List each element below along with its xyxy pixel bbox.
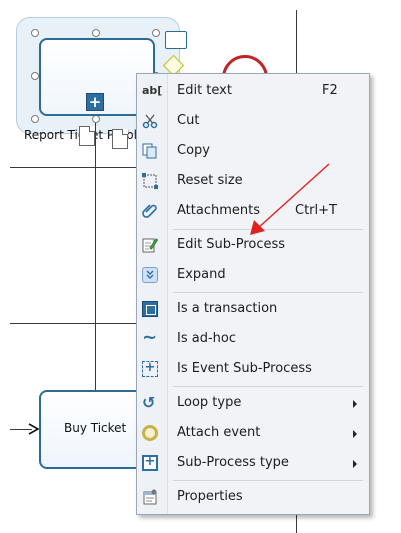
data-object-icon[interactable] xyxy=(112,129,128,149)
menu-item-is-event-sub-process[interactable]: Is Event Sub-Process xyxy=(137,355,369,383)
sequence-flow-line xyxy=(95,123,96,390)
tilde-icon: ∼ xyxy=(142,327,158,348)
buy-ticket-label: Buy Ticket xyxy=(64,421,127,435)
menu-separator xyxy=(173,480,363,481)
copy-icon xyxy=(142,143,157,159)
paperclip-icon xyxy=(142,204,157,218)
submenu-arrow-icon xyxy=(353,400,357,408)
reset-size-icon xyxy=(142,173,158,189)
menu-item-sub-process-type[interactable]: Sub-Process type xyxy=(137,449,369,477)
collapsed-subprocess-plus-icon[interactable]: + xyxy=(86,93,104,111)
menu-item-label: Expand xyxy=(177,267,226,282)
menu-item-label: Is a transaction xyxy=(177,301,278,316)
lane-divider-middle xyxy=(10,323,136,324)
expand-icon xyxy=(142,267,158,283)
submenu-arrow-icon xyxy=(353,430,357,438)
menu-item-shortcut: F2 xyxy=(322,83,338,98)
pool-boundary-line-lower xyxy=(296,513,297,533)
menu-item-label: Copy xyxy=(177,143,210,158)
menu-item-label: Cut xyxy=(177,113,200,128)
menu-item-loop-type[interactable]: ↺ Loop type xyxy=(137,389,369,417)
resize-handle[interactable] xyxy=(92,115,100,123)
menu-separator xyxy=(173,292,363,293)
menu-item-label: Attach event xyxy=(177,425,261,440)
menu-item-is-ad-hoc[interactable]: ∼ Is ad-hoc xyxy=(137,325,369,353)
annotation-arrow xyxy=(250,163,330,235)
resize-handle[interactable] xyxy=(92,29,100,37)
event-subprocess-icon xyxy=(142,360,158,377)
menu-item-label: Reset size xyxy=(177,173,243,188)
scissors-icon xyxy=(142,114,158,129)
edit-text-icon: ab[ xyxy=(142,84,163,97)
menu-item-label: Loop type xyxy=(177,395,242,410)
event-circle-icon xyxy=(142,425,158,441)
task-shape-small[interactable] xyxy=(165,31,187,49)
context-menu: ab[ Edit text F2 Cut Copy Reset size Att… xyxy=(136,73,370,515)
properties-icon xyxy=(143,489,157,505)
transaction-icon xyxy=(142,301,158,317)
menu-item-is-transaction[interactable]: Is a transaction xyxy=(137,295,369,323)
resize-handle[interactable] xyxy=(31,115,39,123)
resize-handle[interactable] xyxy=(152,29,160,37)
menu-item-edit-text[interactable]: ab[ Edit text F2 xyxy=(137,77,369,105)
edit-notepad-icon xyxy=(142,238,158,253)
menu-item-label: Is ad-hoc xyxy=(177,331,236,346)
submenu-arrow-icon xyxy=(353,460,357,468)
menu-item-properties[interactable]: Properties xyxy=(137,483,369,511)
menu-item-cut[interactable]: Cut xyxy=(137,107,369,135)
menu-separator xyxy=(173,386,363,387)
loop-icon: ↺ xyxy=(142,393,156,412)
menu-item-label: Edit text xyxy=(177,83,232,98)
resize-handle[interactable] xyxy=(31,72,39,80)
resize-handle[interactable] xyxy=(31,29,39,37)
menu-item-attach-event[interactable]: Attach event xyxy=(137,419,369,447)
menu-item-label: Properties xyxy=(177,489,243,504)
menu-item-label: Sub-Process type xyxy=(177,455,289,470)
subprocess-type-icon xyxy=(142,454,158,471)
pool-boundary-line xyxy=(296,10,297,73)
menu-item-expand[interactable]: Expand xyxy=(137,261,369,289)
data-object-icon[interactable] xyxy=(79,126,95,146)
lane-divider-top xyxy=(10,167,136,168)
menu-item-label: Is Event Sub-Process xyxy=(177,361,312,376)
